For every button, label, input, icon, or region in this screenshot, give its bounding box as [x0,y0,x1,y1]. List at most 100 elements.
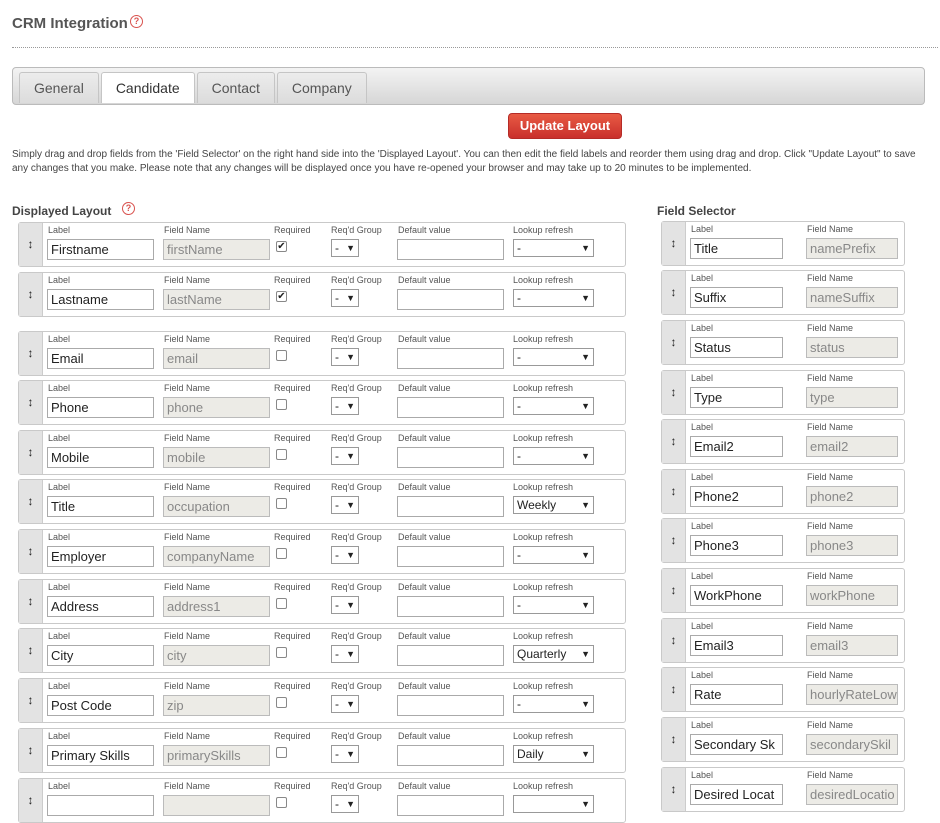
drag-handle-icon[interactable]: ↕ [662,420,686,463]
required-checkbox[interactable] [276,350,287,361]
drag-handle-icon[interactable]: ↕ [662,619,686,662]
drag-handle-icon[interactable]: ↕ [662,519,686,562]
drag-handle-icon[interactable]: ↕ [19,729,43,772]
tab-contact[interactable]: Contact [196,72,275,103]
default-value-input[interactable] [397,596,504,617]
required-group-select[interactable]: - ▼ [331,745,359,763]
label-input[interactable]: Title [47,496,154,517]
required-group-select[interactable]: - ▼ [331,348,359,366]
required-group-select[interactable]: - ▼ [331,239,359,257]
label-input[interactable]: Employer [47,546,154,567]
drag-handle-icon[interactable]: ↕ [19,580,43,623]
label-input[interactable]: Email [47,348,154,369]
drag-handle-icon[interactable]: ↕ [662,371,686,414]
displayed-layout-row[interactable]: ↕ Label City Field Name city Required Req'd Gr… [18,628,626,673]
default-value-input[interactable] [397,695,504,716]
default-value-input[interactable] [397,348,504,369]
update-layout-button[interactable]: Update Layout [508,113,622,139]
required-group-select[interactable]: - ▼ [331,596,359,614]
label-input[interactable]: City [47,645,154,666]
displayed-layout-row[interactable]: ↕ Label Mobile Field Name mobile Required Req'… [18,430,626,475]
drag-handle-icon[interactable]: ↕ [662,321,686,364]
lookup-refresh-select[interactable]: Weekly ▼ [513,496,594,514]
help-icon[interactable]: ? [130,15,143,28]
required-checkbox[interactable] [276,797,287,808]
drag-handle-icon[interactable]: ↕ [19,480,43,523]
displayed-layout-row[interactable]: ↕ Label Title Field Name occupation Required R… [18,479,626,524]
lookup-refresh-select[interactable]: - ▼ [513,596,594,614]
label-input[interactable]: Phone [47,397,154,418]
label-input[interactable]: Secondary Sk [690,734,783,755]
field-selector-row[interactable]: ↕ Label Rate Field Name hourlyRateLow [661,667,905,712]
required-group-select[interactable]: - ▼ [331,695,359,713]
drag-handle-icon[interactable]: ↕ [19,223,43,266]
drag-handle-icon[interactable]: ↕ [19,273,43,316]
default-value-input[interactable] [397,289,504,310]
required-checkbox[interactable] [276,399,287,410]
label-input[interactable]: Rate [690,684,783,705]
drag-handle-icon[interactable]: ↕ [19,530,43,573]
default-value-input[interactable] [397,397,504,418]
default-value-input[interactable] [397,645,504,666]
drag-handle-icon[interactable]: ↕ [662,569,686,612]
drag-handle-icon[interactable]: ↕ [662,222,686,265]
label-input[interactable]: Email2 [690,436,783,457]
lookup-refresh-select[interactable]: Daily ▼ [513,745,594,763]
lookup-refresh-select[interactable]: - ▼ [513,239,594,257]
label-input[interactable]: Suffix [690,287,783,308]
lookup-refresh-select[interactable]: - ▼ [513,447,594,465]
required-checkbox[interactable] [276,598,287,609]
required-checkbox[interactable]: ✔ [276,241,287,252]
displayed-layout-row[interactable]: ↕ Label Email Field Name email Required Req'd … [18,331,626,376]
lookup-refresh-select[interactable]: Quarterly ▼ [513,645,594,663]
lookup-refresh-select[interactable]: - ▼ [513,348,594,366]
required-group-select[interactable]: - ▼ [331,546,359,564]
required-group-select[interactable]: - ▼ [331,496,359,514]
label-input[interactable]: Title [690,238,783,259]
field-selector-row[interactable]: ↕ Label Desired Locat Field Name desiredLoca… [661,767,905,812]
displayed-layout-row[interactable]: ↕ Label Lastname Field Name lastName Required… [18,272,626,317]
displayed-layout-row[interactable]: ↕ Label Address Field Name address1 Required R… [18,579,626,624]
lookup-refresh-select[interactable]: - ▼ [513,695,594,713]
default-value-input[interactable] [397,239,504,260]
label-input[interactable]: Mobile [47,447,154,468]
displayed-layout-row[interactable]: ↕ Label Primary Skills Field Name primarySki… [18,728,626,773]
displayed-layout-row[interactable]: ↕ Label Employer Field Name companyName Requi… [18,529,626,574]
displayed-layout-row[interactable]: ↕ Label Phone Field Name phone Required Req'd … [18,380,626,425]
field-selector-row[interactable]: ↕ Label WorkPhone Field Name workPhone [661,568,905,613]
displayed-layout-row[interactable]: ↕ Label Firstname Field Name firstName Requir… [18,222,626,267]
drag-handle-icon[interactable]: ↕ [19,431,43,474]
tab-company[interactable]: Company [276,72,367,103]
required-checkbox[interactable] [276,647,287,658]
drag-handle-icon[interactable]: ↕ [19,629,43,672]
tab-general[interactable]: General [19,72,99,103]
label-input[interactable] [47,795,154,816]
displayed-layout-row[interactable]: ↕ Label Post Code Field Name zip Required Req'… [18,678,626,723]
required-group-select[interactable]: - ▼ [331,795,359,813]
required-group-select[interactable]: - ▼ [331,289,359,307]
default-value-input[interactable] [397,496,504,517]
drag-handle-icon[interactable]: ↕ [662,718,686,761]
required-group-select[interactable]: - ▼ [331,397,359,415]
required-group-select[interactable]: - ▼ [331,447,359,465]
drag-handle-icon[interactable]: ↕ [662,768,686,811]
label-input[interactable]: Firstname [47,239,154,260]
required-checkbox[interactable] [276,548,287,559]
label-input[interactable]: Desired Locat [690,784,783,805]
drag-handle-icon[interactable]: ↕ [662,271,686,314]
label-input[interactable]: Address [47,596,154,617]
field-selector-row[interactable]: ↕ Label Type Field Name type [661,370,905,415]
label-input[interactable]: Primary Skills [47,745,154,766]
displayed-layout-row[interactable]: ↕ Label Field Name Required Req'd Group - ▼ Def… [18,778,626,823]
required-checkbox[interactable] [276,449,287,460]
drag-handle-icon[interactable]: ↕ [19,381,43,424]
lookup-refresh-select[interactable]: - ▼ [513,397,594,415]
lookup-refresh-select[interactable]: - ▼ [513,546,594,564]
lookup-refresh-select[interactable]: ▼ [513,795,594,813]
label-input[interactable]: Lastname [47,289,154,310]
label-input[interactable]: Post Code [47,695,154,716]
label-input[interactable]: Status [690,337,783,358]
drag-handle-icon[interactable]: ↕ [19,679,43,722]
field-selector-row[interactable]: ↕ Label Email2 Field Name email2 [661,419,905,464]
drag-handle-icon[interactable]: ↕ [662,668,686,711]
